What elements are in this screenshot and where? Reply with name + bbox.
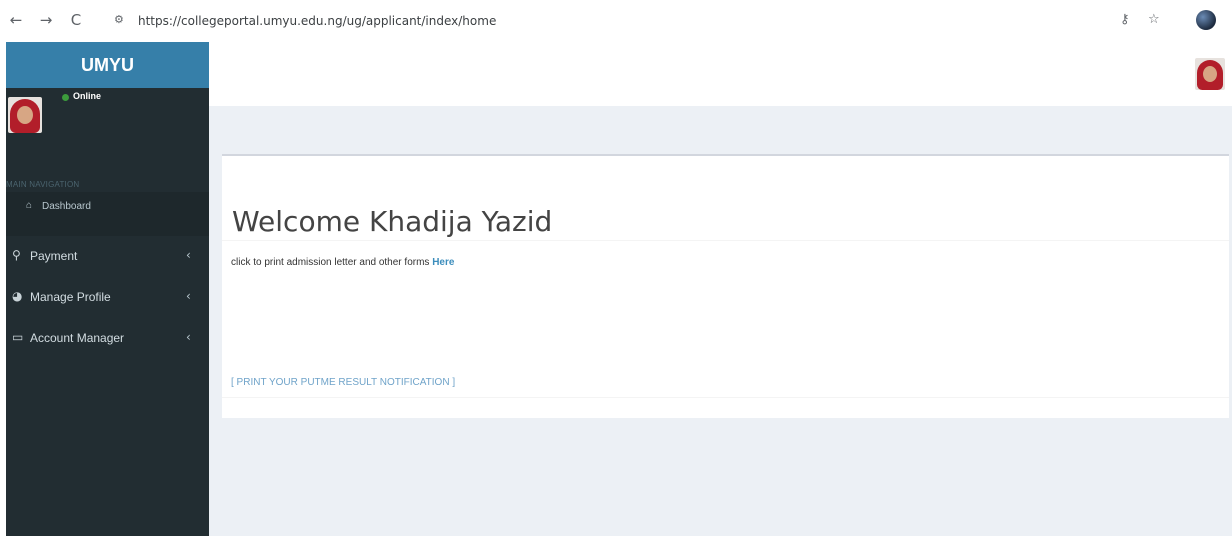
browser-toolbar: ← → C ⚙ https://collegeportal.umyu.edu.n… [0, 0, 1232, 42]
sidebar-item-label: Account Manager [30, 331, 125, 345]
payment-icon: ⚲ [12, 248, 21, 262]
online-status-icon [62, 94, 69, 101]
status-text: Online [73, 91, 102, 101]
home-icon: ⌂ [26, 200, 33, 211]
welcome-box: Welcome Khadija Yazid click to print adm… [222, 154, 1229, 418]
sidebar-item-payment[interactable]: ⚲ Payment ‹ [6, 242, 209, 272]
user-menu-avatar[interactable] [1195, 58, 1225, 90]
forward-icon[interactable]: → [36, 10, 56, 30]
avatar [8, 97, 42, 133]
sidebar-item-label: Payment [30, 249, 78, 263]
divider [222, 397, 1229, 398]
sidebar-item-dashboard[interactable] [6, 192, 209, 236]
sidebar-item-account-manager[interactable]: ▭ Account Manager ‹ [6, 324, 209, 354]
print-forms-line: click to print admission letter and othe… [231, 257, 454, 268]
sidebar: UMYU Online MAIN NAVIGATION ⌂ Dashboard … [6, 42, 209, 536]
site-info-icon[interactable]: ⚙ [114, 13, 124, 26]
top-navbar [209, 42, 1232, 106]
pie-chart-icon: ◕ [12, 289, 23, 303]
address-bar[interactable]: ⚙ https://collegeportal.umyu.edu.ng/ug/a… [104, 7, 1220, 35]
browser-profile-icon[interactable] [1196, 10, 1216, 30]
putme-result-link[interactable]: [ PRINT YOUR PUTME RESULT NOTIFICATION ] [231, 377, 455, 388]
logo[interactable]: UMYU [6, 42, 209, 88]
divider [222, 240, 1229, 241]
chevron-left-icon: ‹ [186, 330, 191, 344]
user-panel [6, 88, 209, 170]
bookmark-star-icon[interactable]: ☆ [1148, 12, 1160, 27]
sidebar-item-label: Manage Profile [30, 290, 111, 304]
sidebar-item-label: Dashboard [42, 201, 91, 212]
print-forms-text: click to print admission letter and othe… [231, 257, 430, 268]
key-icon[interactable]: ⚷ [1120, 12, 1130, 27]
chevron-left-icon: ‹ [186, 289, 191, 303]
print-forms-link[interactable]: Here [432, 257, 454, 268]
url-text[interactable]: https://collegeportal.umyu.edu.ng/ug/app… [138, 14, 496, 28]
reload-icon[interactable]: C [66, 10, 86, 30]
laptop-icon: ▭ [12, 330, 24, 344]
page-title: Welcome Khadija Yazid [232, 204, 553, 238]
sidebar-item-manage-profile[interactable]: ◕ Manage Profile ‹ [6, 283, 209, 313]
back-icon[interactable]: ← [6, 10, 26, 30]
chevron-left-icon: ‹ [186, 248, 191, 262]
